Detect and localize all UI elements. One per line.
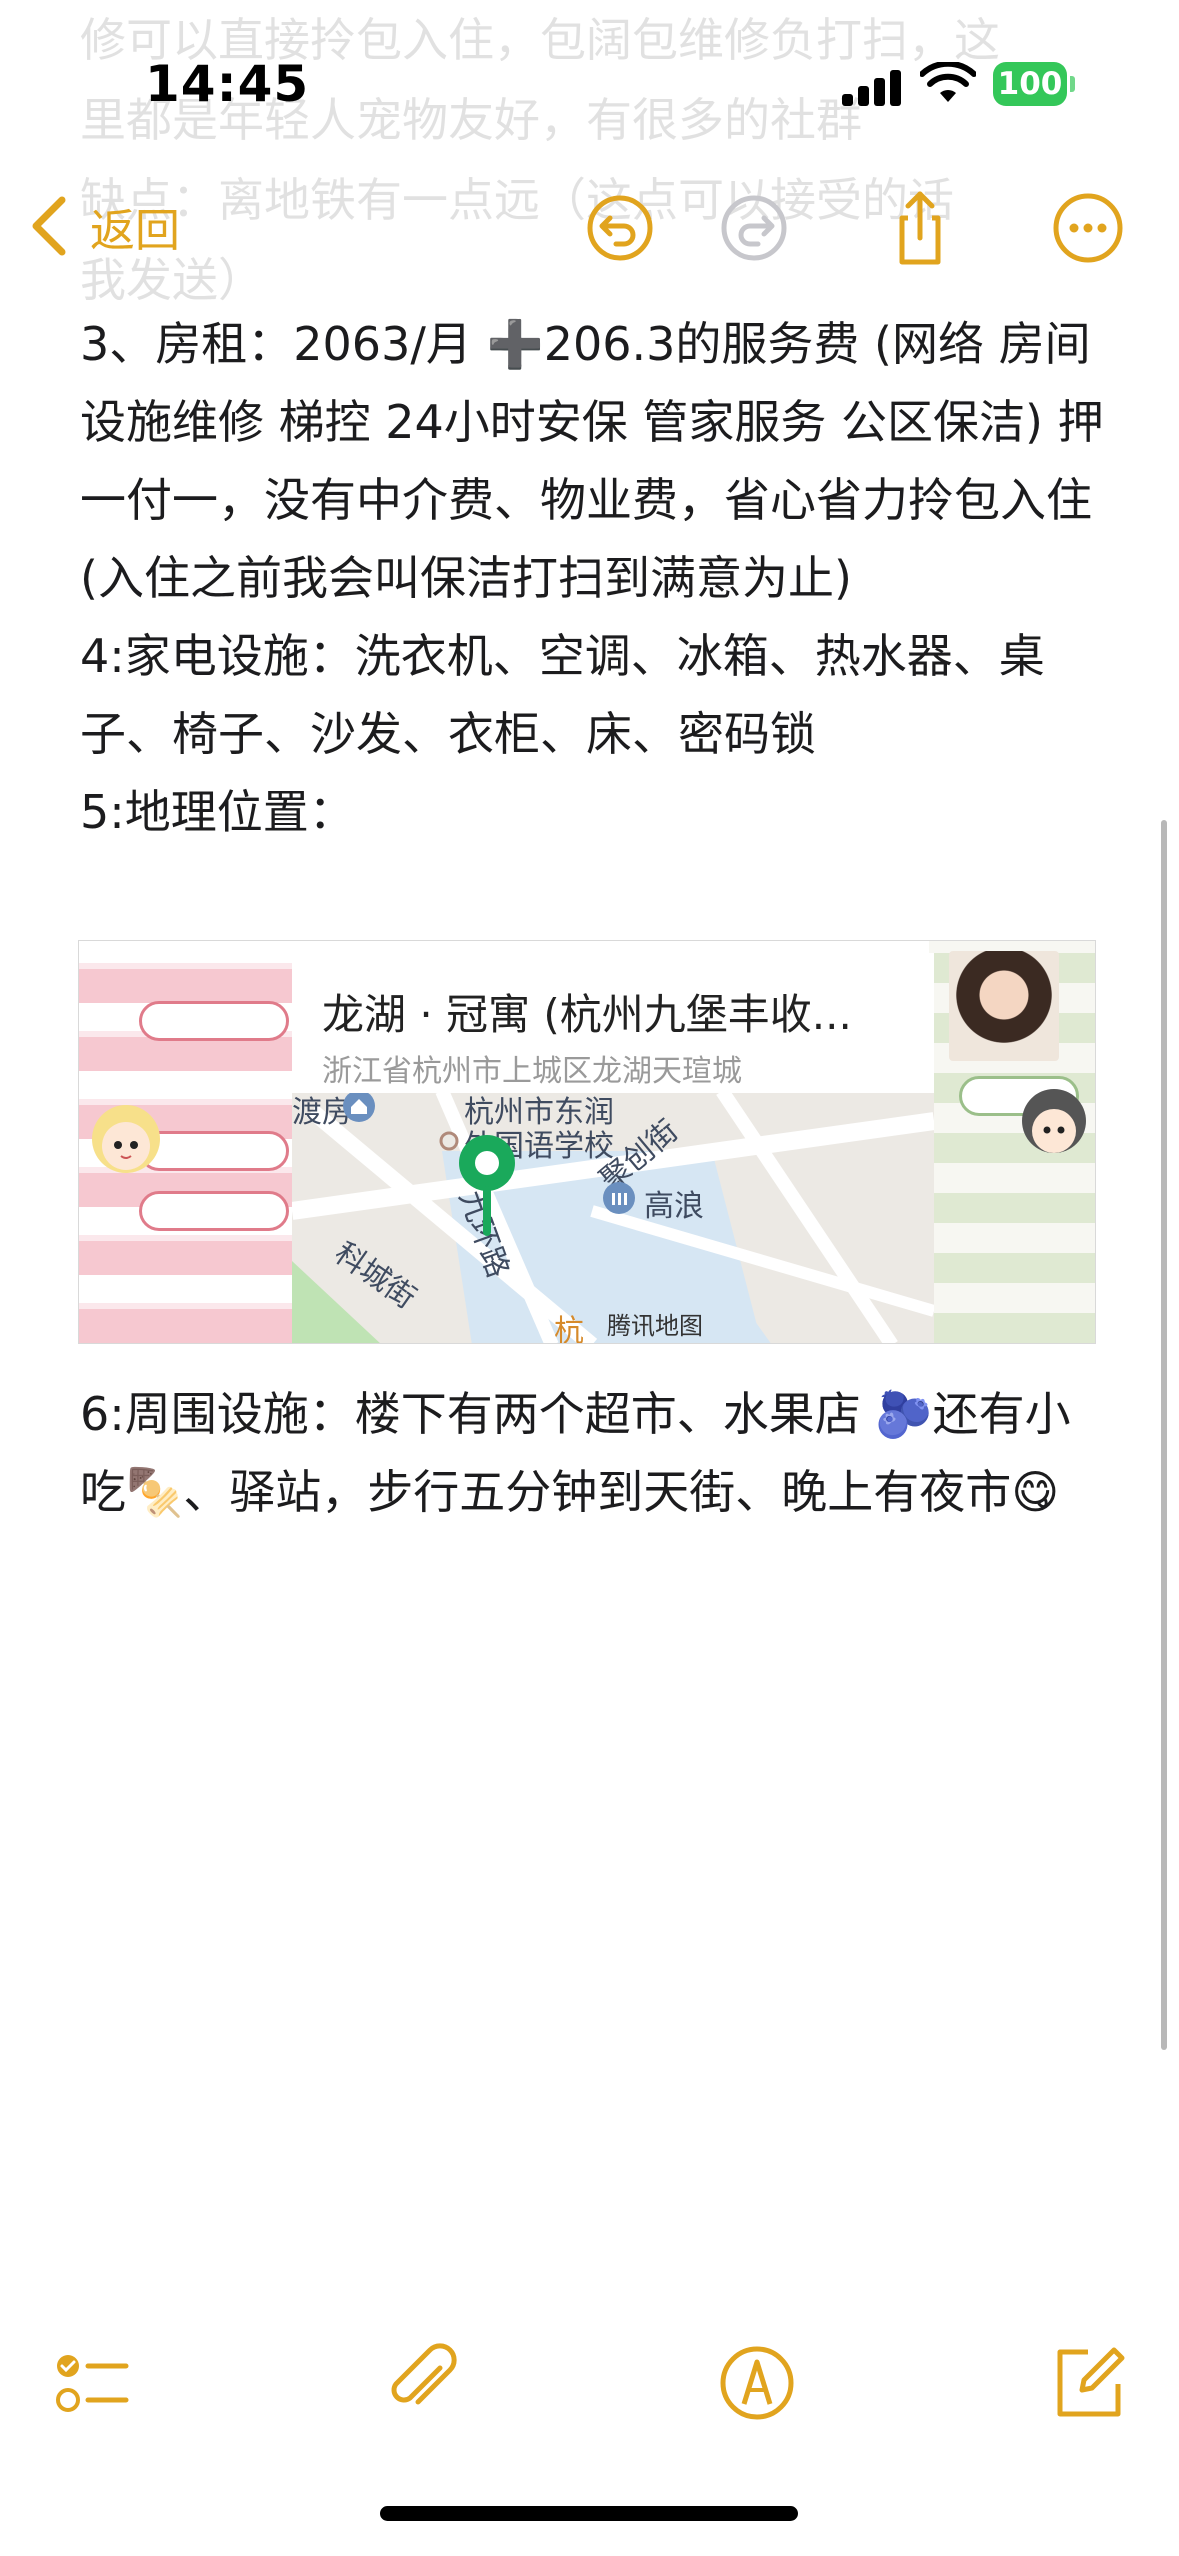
battery-level: 100	[993, 62, 1067, 106]
chevron-left-icon	[32, 196, 66, 256]
wifi-icon	[920, 62, 976, 102]
map-view[interactable]: 渡房 杭州市东润 外国语学校 聚创街 科城街 九环路 高浪 杭 腾讯地图	[292, 1091, 934, 1344]
scroll-indicator[interactable]	[1161, 820, 1167, 2050]
navigation-bar: 返回	[0, 180, 1179, 270]
bank-icon	[603, 1182, 635, 1214]
cartoon-boy-icon	[1022, 1089, 1086, 1153]
map-info-panel[interactable]: 龙湖 · 冠寓 (杭州九堡丰收... 浙江省杭州市上城区龙湖天瑄城	[292, 953, 934, 1093]
map-card[interactable]: 渡房 杭州市东润 外国语学校 聚创街 科城街 九环路 高浪 杭 腾讯地图 龙湖 …	[78, 940, 1096, 1344]
note-paragraph-appliances: 4:家电设施：洗衣机、空调、冰箱、热水器、桌子、椅子、沙发、衣柜、床、密码锁	[80, 629, 1045, 761]
note-body-continued[interactable]: 6:周围设施：楼下有两个超市、水果店 🫐还有小吃🍢、驿站，步行五分钟到天街、晚上…	[80, 1375, 1110, 1531]
redo-icon[interactable]	[714, 188, 794, 268]
compose-icon[interactable]	[1042, 2338, 1132, 2428]
cartoon-girl-icon	[92, 1105, 160, 1173]
note-paragraph-rent: 3、房租：2063/月 ➕206.3的服务费 (网络 房间设施维修 梯控 24小…	[80, 317, 1104, 605]
markup-icon[interactable]	[712, 2338, 802, 2428]
status-bar: 14:45 100	[0, 0, 1179, 160]
checklist-icon[interactable]	[46, 2338, 136, 2428]
map-place-title: 龙湖 · 冠寓 (杭州九堡丰收...	[322, 990, 852, 1039]
back-button[interactable]: 返回	[22, 194, 180, 258]
map-place-address: 浙江省杭州市上城区龙湖天瑄城	[322, 1054, 742, 1089]
house-icon	[343, 1091, 375, 1122]
battery-icon: 100	[993, 62, 1075, 106]
share-icon[interactable]	[880, 188, 960, 268]
map-label-poi-right: 高浪	[644, 1189, 704, 1224]
profile-photo	[949, 951, 1059, 1061]
note-body[interactable]: 3、房租：2063/月 ➕206.3的服务费 (网络 房间设施维修 梯控 24小…	[80, 305, 1110, 851]
bottom-toolbar	[0, 2330, 1179, 2440]
note-paragraph-surroundings: 6:周围设施：楼下有两个超市、水果店 🫐还有小吃🍢、驿站，步行五分钟到天街、晚上…	[80, 1387, 1071, 1519]
map-provider-logo: 腾讯地图	[607, 1312, 703, 1340]
location-pin-icon	[459, 1135, 515, 1236]
back-label: 返回	[90, 203, 181, 257]
sticker-decoration	[139, 1001, 289, 1041]
map-label-bottom: 杭	[554, 1314, 584, 1344]
undo-icon[interactable]	[580, 188, 660, 268]
status-time: 14:45	[145, 55, 310, 113]
cellular-signal-icon	[842, 70, 904, 106]
more-icon[interactable]	[1048, 188, 1128, 268]
attachment-icon[interactable]	[378, 2338, 468, 2428]
note-paragraph-location: 5:地理位置：	[80, 785, 355, 839]
home-indicator[interactable]	[380, 2506, 798, 2521]
